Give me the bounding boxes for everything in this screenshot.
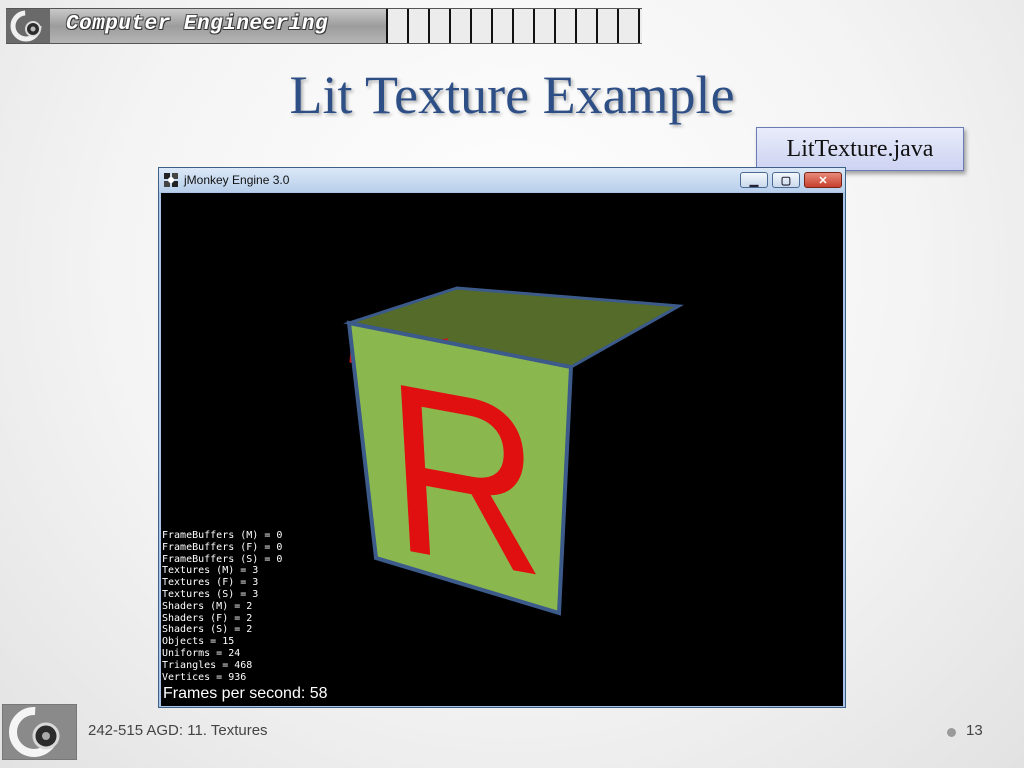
stat-line: Shaders (M) = 2 [162,600,253,612]
footer-bullet [947,728,956,737]
minimize-icon: ▁ [749,174,759,187]
stat-line: FrameBuffers (F) = 0 [162,541,283,553]
render-viewport[interactable]: R R FrameBuffers (M) = 0 FrameBuffers (F… [161,193,843,706]
stat-line: Textures (S) = 3 [162,588,259,600]
maximize-icon: ▢ [780,174,792,187]
fps-counter: Frames per second: 58 [163,685,328,702]
header-banner: Computer Engineering [6,8,642,44]
gear-logo-icon [6,9,50,43]
footer-gear-logo-icon [2,704,77,760]
close-icon: ✕ [818,174,828,187]
footer-course-text: 242-515 AGD: 11. Textures [88,722,268,739]
stat-line: Vertices = 936 [162,671,247,683]
render-stats-list: FrameBuffers (M) = 0 FrameBuffers (F) = … [162,530,282,683]
cube-front-letter: R [381,330,549,628]
stat-line: Shaders (S) = 2 [162,624,253,636]
stat-line: Uniforms = 24 [162,647,241,659]
banner-stripes [386,9,642,43]
window-titlebar[interactable]: jMonkey Engine 3.0 ▁ ▢ ✕ [159,168,845,192]
filename-callout: LitTexture.java [756,127,964,171]
stat-line: Textures (M) = 3 [162,565,259,577]
stat-line: FrameBuffers (S) = 0 [162,553,283,565]
window-title: jMonkey Engine 3.0 [184,173,290,187]
stat-line: Triangles = 468 [162,659,253,671]
stat-line: Shaders (F) = 2 [162,612,253,624]
maximize-button[interactable]: ▢ [772,172,800,188]
stat-line: Objects = 15 [162,636,235,648]
banner-title: Computer Engineering [66,13,329,36]
stat-line: Textures (F) = 3 [162,577,259,589]
stat-line: FrameBuffers (M) = 0 [162,530,283,541]
close-button[interactable]: ✕ [804,172,842,188]
minimize-button[interactable]: ▁ [740,172,768,188]
slide-title: Lit Texture Example [289,65,735,125]
jmonkey-app-icon [164,173,178,187]
app-window: jMonkey Engine 3.0 ▁ ▢ ✕ R R FrameBuffer… [158,167,846,708]
page-number: 13 [966,722,983,739]
